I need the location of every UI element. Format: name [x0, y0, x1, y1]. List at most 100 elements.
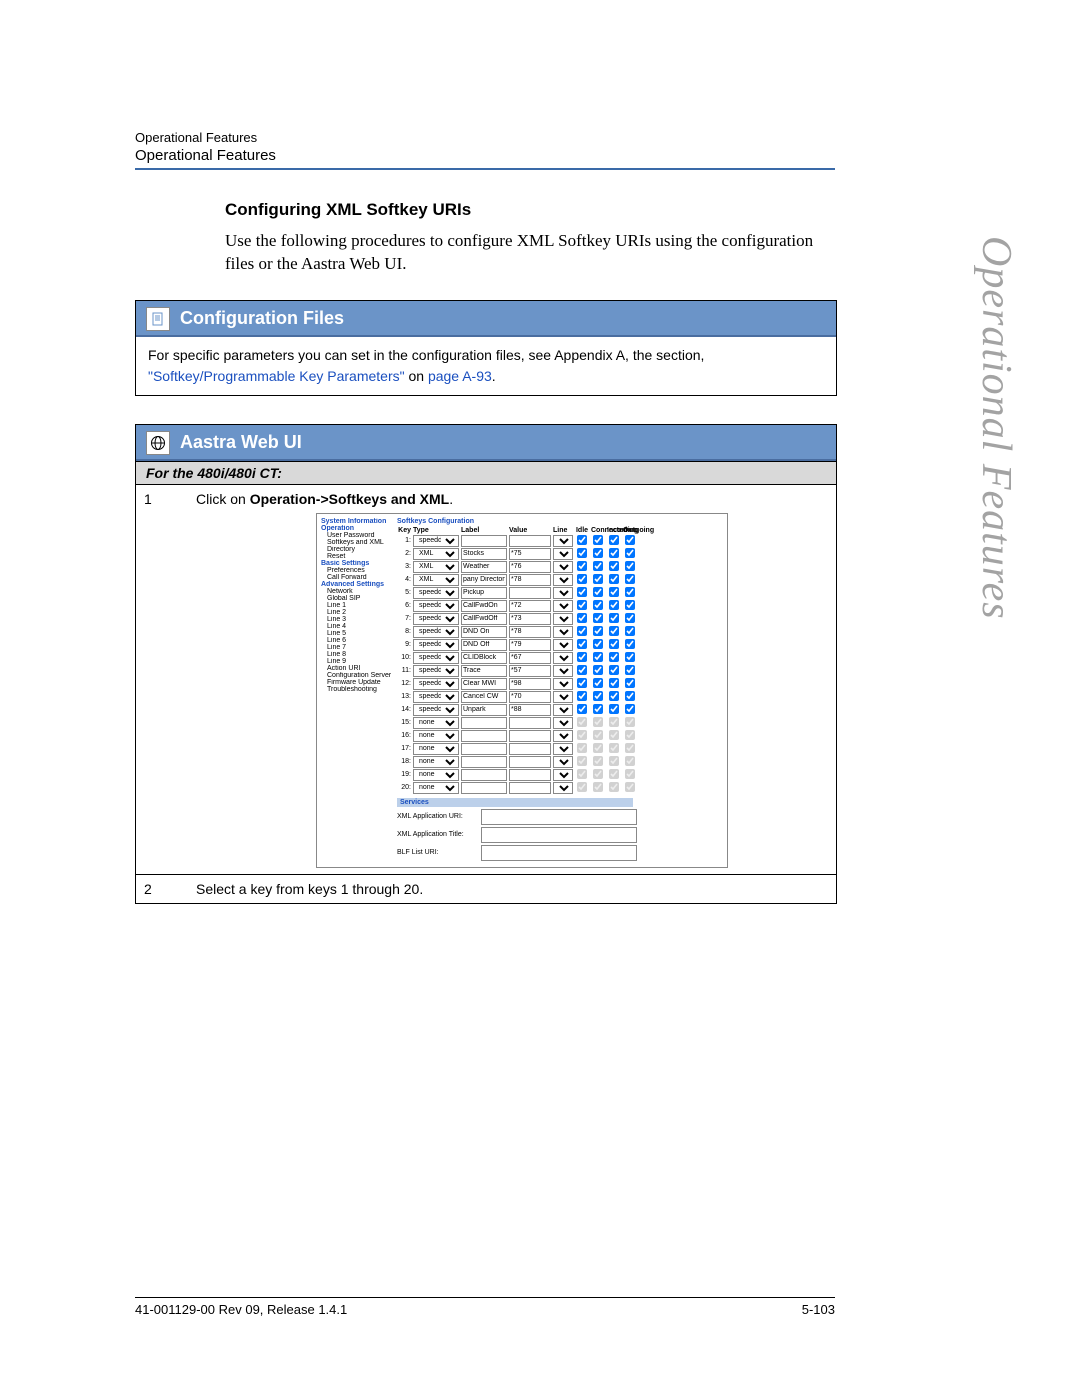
state-checkbox[interactable]	[625, 704, 635, 714]
state-checkbox[interactable]	[625, 535, 635, 545]
line-select[interactable]: 1	[553, 704, 573, 716]
state-checkbox[interactable]	[609, 704, 619, 714]
state-checkbox[interactable]	[577, 639, 587, 649]
state-checkbox[interactable]	[593, 535, 603, 545]
type-select[interactable]: speeddial	[413, 652, 459, 664]
type-select[interactable]: speeddial	[413, 613, 459, 625]
state-checkbox[interactable]	[577, 587, 587, 597]
label-input[interactable]	[461, 626, 507, 638]
value-input[interactable]	[509, 574, 551, 586]
sidebar-item[interactable]: Line 8	[321, 651, 391, 658]
line-select[interactable]: 1	[553, 665, 573, 677]
type-select[interactable]: speeddial	[413, 626, 459, 638]
sidebar-item[interactable]: Line 7	[321, 644, 391, 651]
label-input[interactable]	[461, 704, 507, 716]
sidebar-item[interactable]: Directory	[321, 546, 391, 553]
sidebar-item[interactable]: Line 9	[321, 658, 391, 665]
state-checkbox[interactable]	[577, 535, 587, 545]
line-select[interactable]: 1	[553, 678, 573, 690]
value-input[interactable]	[509, 769, 551, 781]
value-input[interactable]	[509, 691, 551, 703]
service-input[interactable]	[481, 845, 637, 861]
state-checkbox[interactable]	[609, 691, 619, 701]
state-checkbox[interactable]	[577, 561, 587, 571]
config-files-link[interactable]: "Softkey/Programmable Key Parameters"	[148, 368, 405, 384]
label-input[interactable]	[461, 769, 507, 781]
sidebar-item[interactable]: Network	[321, 588, 391, 595]
value-input[interactable]	[509, 756, 551, 768]
state-checkbox[interactable]	[593, 639, 603, 649]
sidebar-item[interactable]: Call Forward	[321, 574, 391, 581]
value-input[interactable]	[509, 600, 551, 612]
sidebar-item[interactable]: Configuration Server	[321, 672, 391, 679]
state-checkbox[interactable]	[609, 600, 619, 610]
value-input[interactable]	[509, 561, 551, 573]
state-checkbox[interactable]	[625, 626, 635, 636]
state-checkbox[interactable]	[625, 678, 635, 688]
value-input[interactable]	[509, 743, 551, 755]
state-checkbox[interactable]	[625, 587, 635, 597]
line-select[interactable]: 1	[553, 535, 573, 547]
type-select[interactable]: none	[413, 717, 459, 729]
state-checkbox[interactable]	[625, 548, 635, 558]
config-files-page-ref[interactable]: page A-93	[428, 368, 492, 384]
label-input[interactable]	[461, 613, 507, 625]
type-select[interactable]: none	[413, 730, 459, 742]
line-select[interactable]: 1	[553, 626, 573, 638]
line-select[interactable]	[553, 548, 573, 560]
state-checkbox[interactable]	[609, 613, 619, 623]
state-checkbox[interactable]	[609, 587, 619, 597]
value-input[interactable]	[509, 717, 551, 729]
type-select[interactable]: speeddial	[413, 678, 459, 690]
line-select[interactable]: 1	[553, 743, 573, 755]
value-input[interactable]	[509, 678, 551, 690]
state-checkbox[interactable]	[593, 587, 603, 597]
state-checkbox[interactable]	[577, 691, 587, 701]
line-select[interactable]: 1	[553, 639, 573, 651]
state-checkbox[interactable]	[625, 613, 635, 623]
sidebar-item[interactable]: Global SIP	[321, 595, 391, 602]
state-checkbox[interactable]	[609, 665, 619, 675]
label-input[interactable]	[461, 730, 507, 742]
sidebar-item[interactable]: Line 1	[321, 602, 391, 609]
value-input[interactable]	[509, 665, 551, 677]
state-checkbox[interactable]	[593, 691, 603, 701]
line-select[interactable]: 1	[553, 652, 573, 664]
label-input[interactable]	[461, 691, 507, 703]
state-checkbox[interactable]	[577, 574, 587, 584]
state-checkbox[interactable]	[625, 600, 635, 610]
state-checkbox[interactable]	[625, 665, 635, 675]
line-select[interactable]: 1	[553, 691, 573, 703]
state-checkbox[interactable]	[593, 548, 603, 558]
sidebar-item[interactable]: Firmware Update	[321, 679, 391, 686]
state-checkbox[interactable]	[609, 535, 619, 545]
line-select[interactable]: 1	[553, 730, 573, 742]
state-checkbox[interactable]	[625, 639, 635, 649]
label-input[interactable]	[461, 717, 507, 729]
state-checkbox[interactable]	[625, 652, 635, 662]
type-select[interactable]: speeddial	[413, 587, 459, 599]
state-checkbox[interactable]	[593, 574, 603, 584]
type-select[interactable]: XML	[413, 561, 459, 573]
value-input[interactable]	[509, 626, 551, 638]
type-select[interactable]: speeddial	[413, 639, 459, 651]
sidebar-item[interactable]: Preferences	[321, 567, 391, 574]
label-input[interactable]	[461, 574, 507, 586]
type-select[interactable]: speeddial	[413, 691, 459, 703]
state-checkbox[interactable]	[609, 548, 619, 558]
type-select[interactable]: XML	[413, 574, 459, 586]
label-input[interactable]	[461, 782, 507, 794]
state-checkbox[interactable]	[577, 613, 587, 623]
value-input[interactable]	[509, 782, 551, 794]
label-input[interactable]	[461, 587, 507, 599]
line-select[interactable]: 1	[553, 587, 573, 599]
state-checkbox[interactable]	[577, 600, 587, 610]
label-input[interactable]	[461, 535, 507, 547]
state-checkbox[interactable]	[609, 626, 619, 636]
state-checkbox[interactable]	[609, 639, 619, 649]
line-select[interactable]: 1	[553, 717, 573, 729]
state-checkbox[interactable]	[625, 574, 635, 584]
service-input[interactable]	[481, 827, 637, 843]
type-select[interactable]: none	[413, 769, 459, 781]
state-checkbox[interactable]	[577, 626, 587, 636]
